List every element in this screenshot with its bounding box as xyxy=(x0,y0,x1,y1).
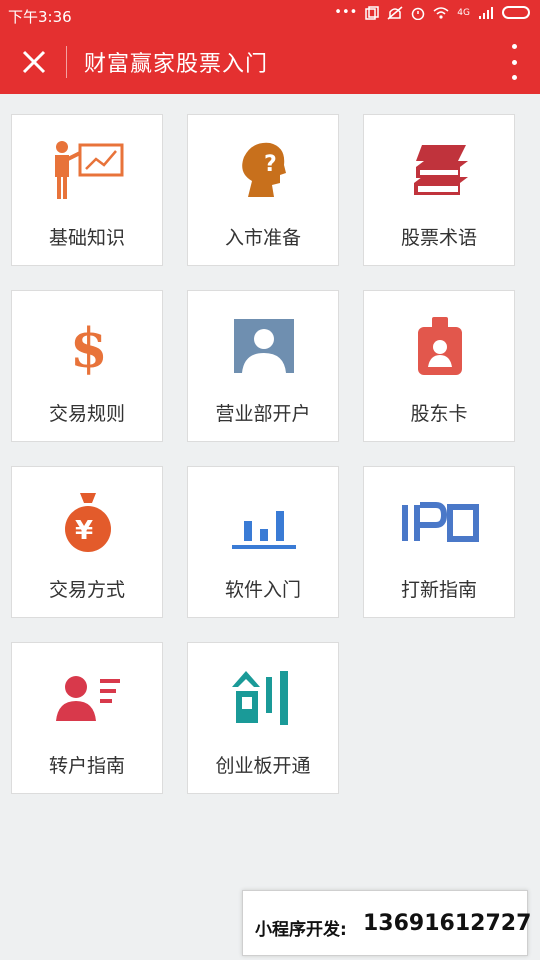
tile-trading-rules[interactable]: $ 交易规则 xyxy=(11,290,163,442)
signal-icon xyxy=(479,6,493,19)
battery-icon xyxy=(502,6,530,19)
alarm-icon xyxy=(412,7,425,20)
mute-icon xyxy=(387,5,403,20)
svg-text:$: $ xyxy=(70,316,108,377)
tile-label: 基础知识 xyxy=(48,227,125,249)
question-head-icon: ? xyxy=(242,142,286,197)
chuang-icon xyxy=(232,671,288,725)
svg-text:?: ? xyxy=(264,152,277,177)
transfer-user-icon xyxy=(56,676,120,721)
tile-label: 交易规则 xyxy=(48,403,125,425)
more-dots-icon: ••• xyxy=(334,5,358,20)
title-divider xyxy=(66,46,67,78)
developer-contact-banner: 小程序开发: 13691612727 xyxy=(242,890,532,956)
ipo-icon xyxy=(402,502,479,542)
dollar-icon: $ xyxy=(70,316,108,377)
tile-label: 打新指南 xyxy=(400,579,477,601)
books-icon xyxy=(414,145,468,195)
status-time: 下午3:36 xyxy=(8,8,72,26)
tile-basics[interactable]: 基础知识 xyxy=(11,114,163,266)
tile-label: 入市准备 xyxy=(224,227,301,249)
more-menu-icon[interactable] xyxy=(506,44,522,80)
developer-phone: 13691612727 xyxy=(363,911,532,936)
tile-label: 创业板开通 xyxy=(215,755,311,777)
tile-shareholder-card[interactable]: 股东卡 xyxy=(363,290,515,442)
close-icon[interactable] xyxy=(14,42,54,82)
status-bar: 下午3:36 ••• 4G xyxy=(0,0,540,30)
tile-branch-account[interactable]: 营业部开户 xyxy=(187,290,339,442)
developer-label: 小程序开发: xyxy=(255,920,347,940)
wifi-icon xyxy=(433,6,449,19)
bar-chart-icon xyxy=(232,511,296,549)
tile-gem-activation[interactable]: 创业板开通 xyxy=(187,642,339,794)
network-type: 4G xyxy=(457,7,470,18)
person-portrait-icon xyxy=(234,319,294,373)
tile-preparation[interactable]: ? 入市准备 xyxy=(187,114,339,266)
tile-label: 软件入门 xyxy=(224,579,301,601)
tile-label: 营业部开户 xyxy=(215,403,311,425)
copy-icon xyxy=(365,5,380,20)
tile-terminology[interactable]: 股票术语 xyxy=(363,114,515,266)
title-bar: 财富赢家股票入门 xyxy=(0,30,540,94)
tile-transfer-guide[interactable]: 转户指南 xyxy=(11,642,163,794)
presentation-icon xyxy=(55,141,124,199)
id-badge-icon xyxy=(418,317,462,375)
status-icons: ••• 4G xyxy=(334,5,530,20)
money-bag-icon: ¥ xyxy=(65,493,111,552)
tile-trading-methods[interactable]: ¥ 交易方式 xyxy=(11,466,163,618)
tile-label: 股票术语 xyxy=(400,227,477,249)
tile-software-intro[interactable]: 软件入门 xyxy=(187,466,339,618)
svg-text:¥: ¥ xyxy=(75,516,93,546)
tile-label: 交易方式 xyxy=(48,579,125,601)
page-title: 财富赢家股票入门 xyxy=(84,52,269,77)
tile-ipo-guide[interactable]: 打新指南 xyxy=(363,466,515,618)
tile-label: 转户指南 xyxy=(48,755,125,777)
tile-label: 股东卡 xyxy=(410,403,468,425)
